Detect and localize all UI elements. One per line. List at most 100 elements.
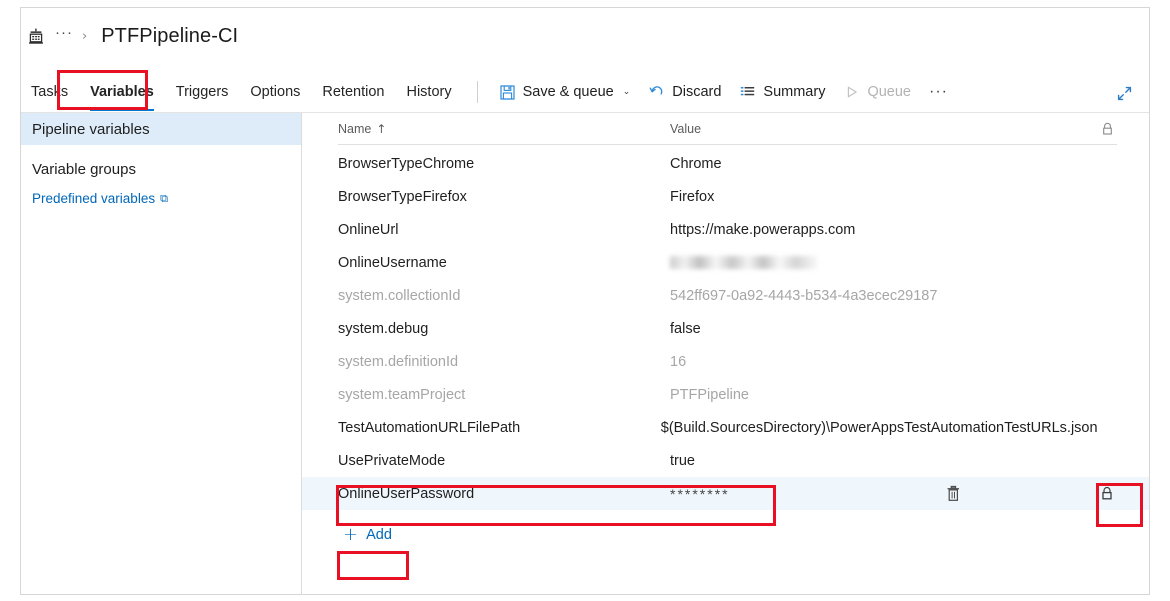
tab-toolbar: Tasks Variables Triggers Options Retenti… [21, 72, 1149, 112]
tab-variables-label: Variables [90, 84, 154, 100]
table-row: system.collectionId 542ff697-0a92-4443-b… [302, 279, 1149, 312]
variable-name-text: OnlineUsername [338, 254, 447, 271]
tab-tasks[interactable]: Tasks [21, 72, 79, 112]
variable-name-cell[interactable]: TestAutomationURLFilePath [338, 420, 661, 436]
masked-password-value: ******** [670, 485, 730, 502]
variable-name-text: OnlineUserPassword [338, 485, 475, 502]
column-header-name-label: Name [338, 121, 372, 136]
variable-name-text: system.definitionId [338, 353, 459, 370]
table-row[interactable]: OnlineUrl https://make.powerapps.com [302, 213, 1149, 246]
discard-label: Discard [672, 84, 722, 100]
variable-value-cell[interactable]: https://make.powerapps.com [670, 222, 1097, 238]
table-row[interactable]: TestAutomationURLFilePath $(Build.Source… [302, 411, 1149, 444]
variable-name-text: system.teamProject [338, 386, 466, 403]
variable-name-cell[interactable]: OnlineUserPassword [338, 486, 670, 502]
play-icon [843, 84, 860, 101]
tab-triggers[interactable]: Triggers [165, 72, 240, 112]
predefined-variables-label: Predefined variables [32, 190, 156, 206]
summary-button[interactable]: Summary [730, 77, 834, 107]
chevron-down-icon[interactable]: ⌄ [623, 87, 631, 97]
window-border-bottom [20, 594, 1150, 595]
save-and-queue-label: Save & queue [522, 84, 614, 100]
tab-variables[interactable]: Variables [79, 72, 165, 112]
tab-history[interactable]: History [395, 72, 462, 112]
tab-list: Tasks Variables Triggers Options Retenti… [21, 72, 463, 112]
variable-name-text: OnlineUrl [338, 221, 399, 238]
expand-icon[interactable] [1111, 80, 1137, 106]
breadcrumb: ··· › PTFPipeline-CI [22, 16, 238, 56]
variable-name-text: UsePrivateMode [338, 452, 446, 469]
column-header-value-label: Value [670, 121, 702, 136]
variable-value-cell[interactable]: false [670, 321, 1097, 337]
variable-name-cell[interactable]: BrowserTypeChrome [338, 156, 670, 172]
variable-value-text: 16 [670, 353, 687, 370]
variable-value-text: true [670, 452, 695, 469]
table-row[interactable]: system.debug false [302, 312, 1149, 345]
variable-value-text: Chrome [670, 155, 722, 172]
variables-sidebar: Pipeline variables Variable groups Prede… [21, 113, 302, 594]
variable-value-text: https://make.powerapps.com [670, 221, 856, 238]
predefined-variables-link[interactable]: Predefined variables ⧉ [21, 185, 301, 211]
discard-button[interactable]: Discard [639, 77, 730, 107]
breadcrumb-overflow[interactable]: ··· [55, 25, 73, 44]
undo-icon [648, 84, 665, 101]
chevron-right-icon: › [82, 28, 88, 44]
add-row-container: + Add [302, 523, 1149, 546]
grid-header-row: Name ↑ Value [338, 113, 1117, 145]
table-row[interactable]: OnlineUsername [302, 246, 1149, 279]
column-header-value[interactable]: Value [670, 122, 1097, 136]
sidebar-item-pipeline-variables-label: Pipeline variables [32, 120, 150, 138]
save-icon [499, 84, 516, 101]
tab-retention-label: Retention [322, 84, 385, 100]
sidebar-item-variable-groups[interactable]: Variable groups [21, 153, 301, 185]
variable-value-text: $(Build.SourcesDirectory)\PowerAppsTestA… [660, 419, 1098, 436]
variable-value-cell[interactable] [670, 256, 1097, 269]
variable-value-cell[interactable]: ******** [670, 486, 1097, 502]
variable-name-text: BrowserTypeFirefox [338, 188, 467, 205]
tab-options-label: Options [250, 84, 301, 100]
variable-value-cell: 542ff697-0a92-4443-b534-4a3ecec29187 [670, 288, 1097, 304]
tab-retention[interactable]: Retention [311, 72, 395, 112]
grid-body: BrowserTypeChrome Chrome BrowserTypeFire… [302, 147, 1149, 510]
trash-icon[interactable] [945, 485, 962, 502]
variable-name-cell[interactable]: OnlineUsername [338, 255, 670, 271]
variable-value-cell[interactable]: Firefox [670, 189, 1097, 205]
column-header-lock [1097, 122, 1117, 136]
sidebar-item-variable-groups-label: Variable groups [32, 160, 136, 178]
variable-value-text: 542ff697-0a92-4443-b534-4a3ecec29187 [670, 287, 938, 304]
tab-options[interactable]: Options [239, 72, 311, 112]
sort-ascending-icon: ↑ [376, 121, 387, 136]
window-border-right [1149, 7, 1150, 595]
variable-value-cell[interactable]: Chrome [670, 156, 1097, 172]
table-row[interactable]: BrowserTypeFirefox Firefox [302, 180, 1149, 213]
variable-value-text: Firefox [670, 188, 715, 205]
variable-name-cell[interactable]: system.debug [338, 321, 670, 337]
variable-name-cell: system.teamProject [338, 387, 670, 403]
add-variable-button[interactable]: + Add [338, 523, 397, 546]
variable-name-text: TestAutomationURLFilePath [338, 419, 521, 436]
pipeline-build-icon[interactable] [26, 26, 46, 46]
window-border-top [20, 7, 1150, 8]
variable-value-cell[interactable]: $(Build.SourcesDirectory)\PowerAppsTestA… [661, 420, 1098, 436]
variable-value-cell[interactable]: true [670, 453, 1097, 469]
column-header-name[interactable]: Name ↑ [338, 122, 670, 136]
toolbar: Save & queue ⌄ Discard Summary Queue ··· [490, 72, 957, 112]
table-row[interactable]: BrowserTypeChrome Chrome [302, 147, 1149, 180]
summary-list-icon [739, 84, 756, 101]
variable-name-text: system.collectionId [338, 287, 461, 304]
variables-grid: Name ↑ Value BrowserTypeChrome Chrome Br… [302, 113, 1149, 594]
password-lock-toggle[interactable] [1097, 486, 1117, 501]
sidebar-item-pipeline-variables[interactable]: Pipeline variables [21, 113, 301, 145]
variable-name-cell[interactable]: BrowserTypeFirefox [338, 189, 670, 205]
variable-name-cell[interactable]: UsePrivateMode [338, 453, 670, 469]
variable-value-text: PTFPipeline [670, 386, 749, 403]
variable-name-cell[interactable]: OnlineUrl [338, 222, 670, 238]
save-and-queue-button[interactable]: Save & queue ⌄ [490, 77, 640, 107]
table-row[interactable]: UsePrivateMode true [302, 444, 1149, 477]
add-variable-label: Add [366, 526, 392, 543]
more-options-button[interactable]: ··· [920, 84, 957, 100]
plus-icon: + [343, 523, 359, 545]
table-row-online-user-password[interactable]: OnlineUserPassword ******** [302, 477, 1149, 510]
variable-value-text: false [670, 320, 701, 337]
